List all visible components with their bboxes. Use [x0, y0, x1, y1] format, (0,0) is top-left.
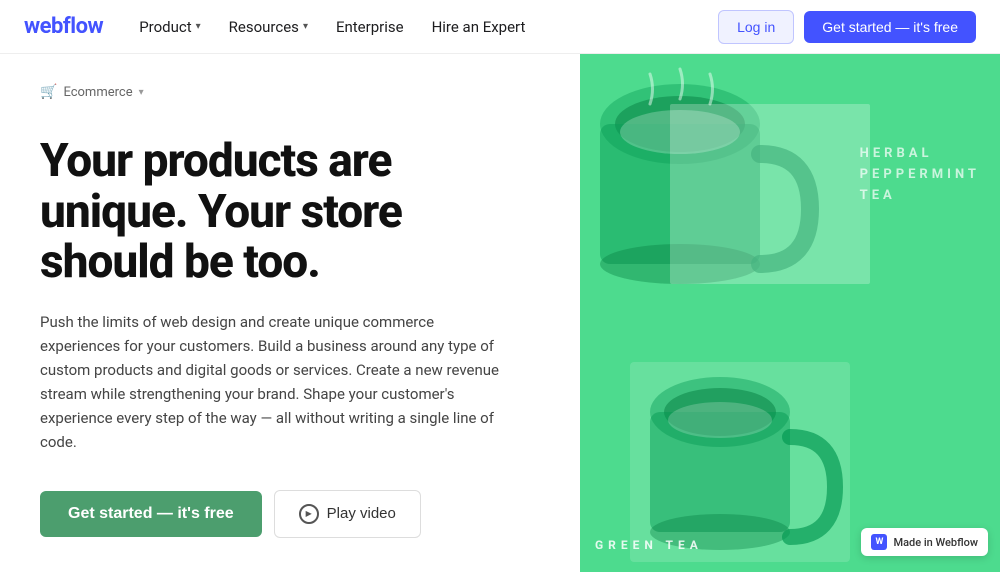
nav-item-hire-expert[interactable]: Hire an Expert	[420, 12, 538, 42]
chevron-down-icon: ▾	[196, 21, 201, 32]
play-video-label: Play video	[327, 505, 396, 522]
nav-cta-button[interactable]: Get started — it's free	[804, 11, 976, 43]
nav-links: Product ▾ Resources ▾ Enterprise Hire an…	[127, 12, 718, 42]
main-content: 🛒 Ecommerce ▾ Your products are unique. …	[0, 54, 1000, 572]
play-video-button[interactable]: ▶ Play video	[274, 490, 421, 538]
breadcrumb[interactable]: 🛒 Ecommerce ▾	[40, 84, 540, 100]
nav-hire-label: Hire an Expert	[432, 18, 526, 36]
nav-item-resources[interactable]: Resources ▾	[217, 12, 320, 42]
herbal-text-overlay: HERBAL PEPPERMINT TEA	[860, 144, 980, 206]
nav-actions: Log in Get started — it's free	[718, 10, 976, 44]
cta-buttons: Get started — it's free ▶ Play video	[40, 490, 540, 538]
chevron-down-icon: ▾	[303, 21, 308, 32]
nav-product-label: Product	[139, 18, 191, 36]
webflow-icon: W	[871, 534, 887, 550]
right-panel: HERBAL PEPPERMINT TEA GREEN TEA W Made i…	[580, 54, 1000, 572]
overlay-rectangle	[670, 104, 870, 284]
nav-resources-label: Resources	[229, 18, 299, 36]
cart-icon: 🛒	[40, 84, 57, 100]
green-tea-label: GREEN TEA	[595, 538, 703, 552]
made-in-webflow-label: Made in Webflow	[893, 536, 978, 549]
nav-item-product[interactable]: Product ▾	[127, 12, 212, 42]
mug-card-bottom	[630, 362, 850, 562]
breadcrumb-label: Ecommerce	[63, 85, 132, 100]
logo[interactable]: webflow	[24, 14, 103, 39]
herbal-line3: TEA	[860, 186, 980, 207]
made-in-webflow-badge[interactable]: W Made in Webflow	[861, 528, 988, 556]
mug-bottom-image	[630, 362, 850, 562]
login-button[interactable]: Log in	[718, 10, 794, 44]
left-panel: 🛒 Ecommerce ▾ Your products are unique. …	[0, 54, 580, 572]
navbar: webflow Product ▾ Resources ▾ Enterprise…	[0, 0, 1000, 54]
chevron-down-icon: ▾	[139, 87, 144, 98]
nav-enterprise-label: Enterprise	[336, 18, 404, 36]
nav-item-enterprise[interactable]: Enterprise	[324, 12, 416, 42]
play-icon: ▶	[299, 504, 319, 524]
hero-description: Push the limits of web design and create…	[40, 310, 500, 454]
herbal-line1: HERBAL	[860, 144, 980, 165]
get-started-button[interactable]: Get started — it's free	[40, 491, 262, 537]
herbal-line2: PEPPERMINT	[860, 165, 980, 186]
hero-title: Your products are unique. Your store sho…	[40, 136, 540, 288]
